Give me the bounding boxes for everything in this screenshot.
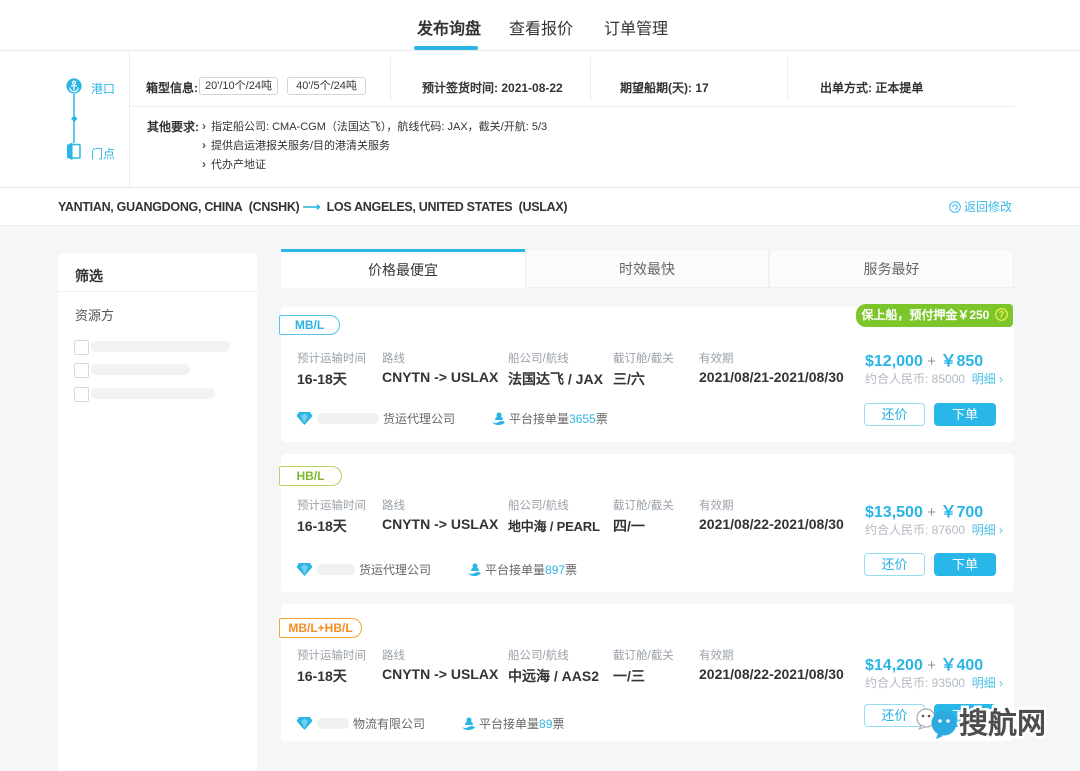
svg-text:?: ?	[998, 310, 1004, 320]
svg-text:搜航网: 搜航网	[959, 706, 1046, 740]
